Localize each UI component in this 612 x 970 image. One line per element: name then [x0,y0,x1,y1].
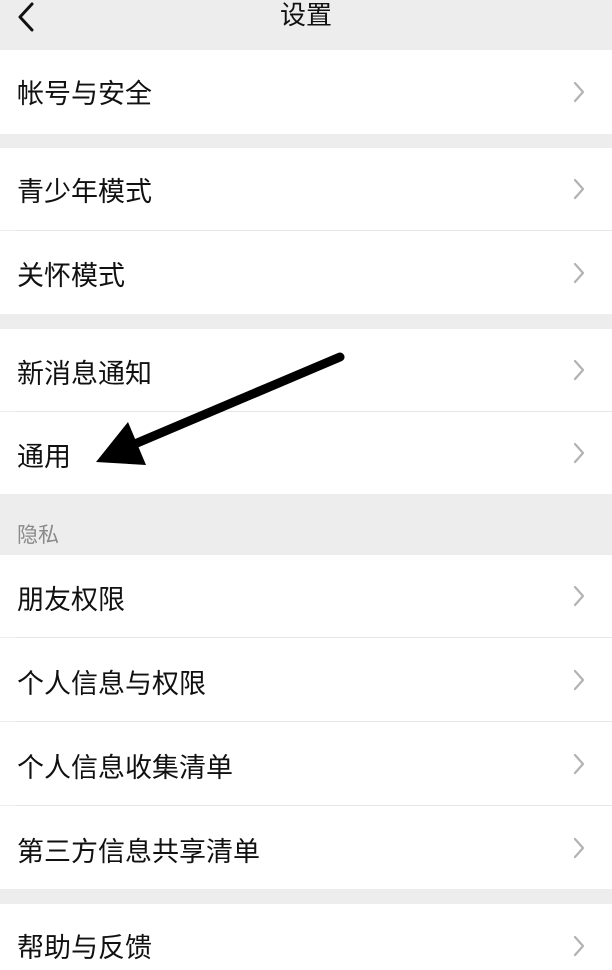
chevron-right-icon [573,81,585,103]
row-label: 帐号与安全 [17,79,152,110]
settings-row-care-mode[interactable]: 关怀模式 [0,231,612,314]
settings-row-teen-mode[interactable]: 青少年模式 [0,148,612,230]
row-label: 通用 [17,442,71,473]
row-label: 帮助与反馈 [17,933,152,964]
row-label: 新消息通知 [17,359,152,390]
chevron-right-icon [573,178,585,200]
chevron-right-icon [573,262,585,284]
chevron-right-icon [573,669,585,691]
settings-row-general[interactable]: 通用 [0,412,612,494]
chevron-right-icon [573,442,585,464]
settings-row-account-security[interactable]: 帐号与安全 [0,50,612,134]
row-label: 个人信息与权限 [17,669,206,700]
row-label: 青少年模式 [17,177,152,208]
chevron-right-icon [573,837,585,859]
row-label: 个人信息收集清单 [17,753,233,784]
chevron-right-icon [573,359,585,381]
row-label: 关怀模式 [17,261,125,292]
chevron-right-icon [573,753,585,775]
chevron-right-icon [573,935,585,957]
row-label: 朋友权限 [17,585,125,616]
settings-row-help-feedback[interactable]: 帮助与反馈 [0,904,612,970]
settings-row-friend-permissions[interactable]: 朋友权限 [0,555,612,637]
settings-row-personal-info-permissions[interactable]: 个人信息与权限 [0,638,612,721]
page-title: 设置 [279,1,332,31]
settings-row-third-party-sharing-list[interactable]: 第三方信息共享清单 [0,806,612,889]
settings-row-personal-info-collection-list[interactable]: 个人信息收集清单 [0,722,612,805]
row-label: 第三方信息共享清单 [17,837,260,868]
navigation-bar: 设置 [0,0,612,50]
section-header-privacy: 隐私 [17,523,59,547]
settings-row-new-message-notifications[interactable]: 新消息通知 [0,329,612,411]
settings-screen: 设置 帐号与安全 青少年模式 关怀模式 新消息通知 通用 隐私 朋友权限 个人信… [0,0,612,970]
chevron-right-icon [573,585,585,607]
